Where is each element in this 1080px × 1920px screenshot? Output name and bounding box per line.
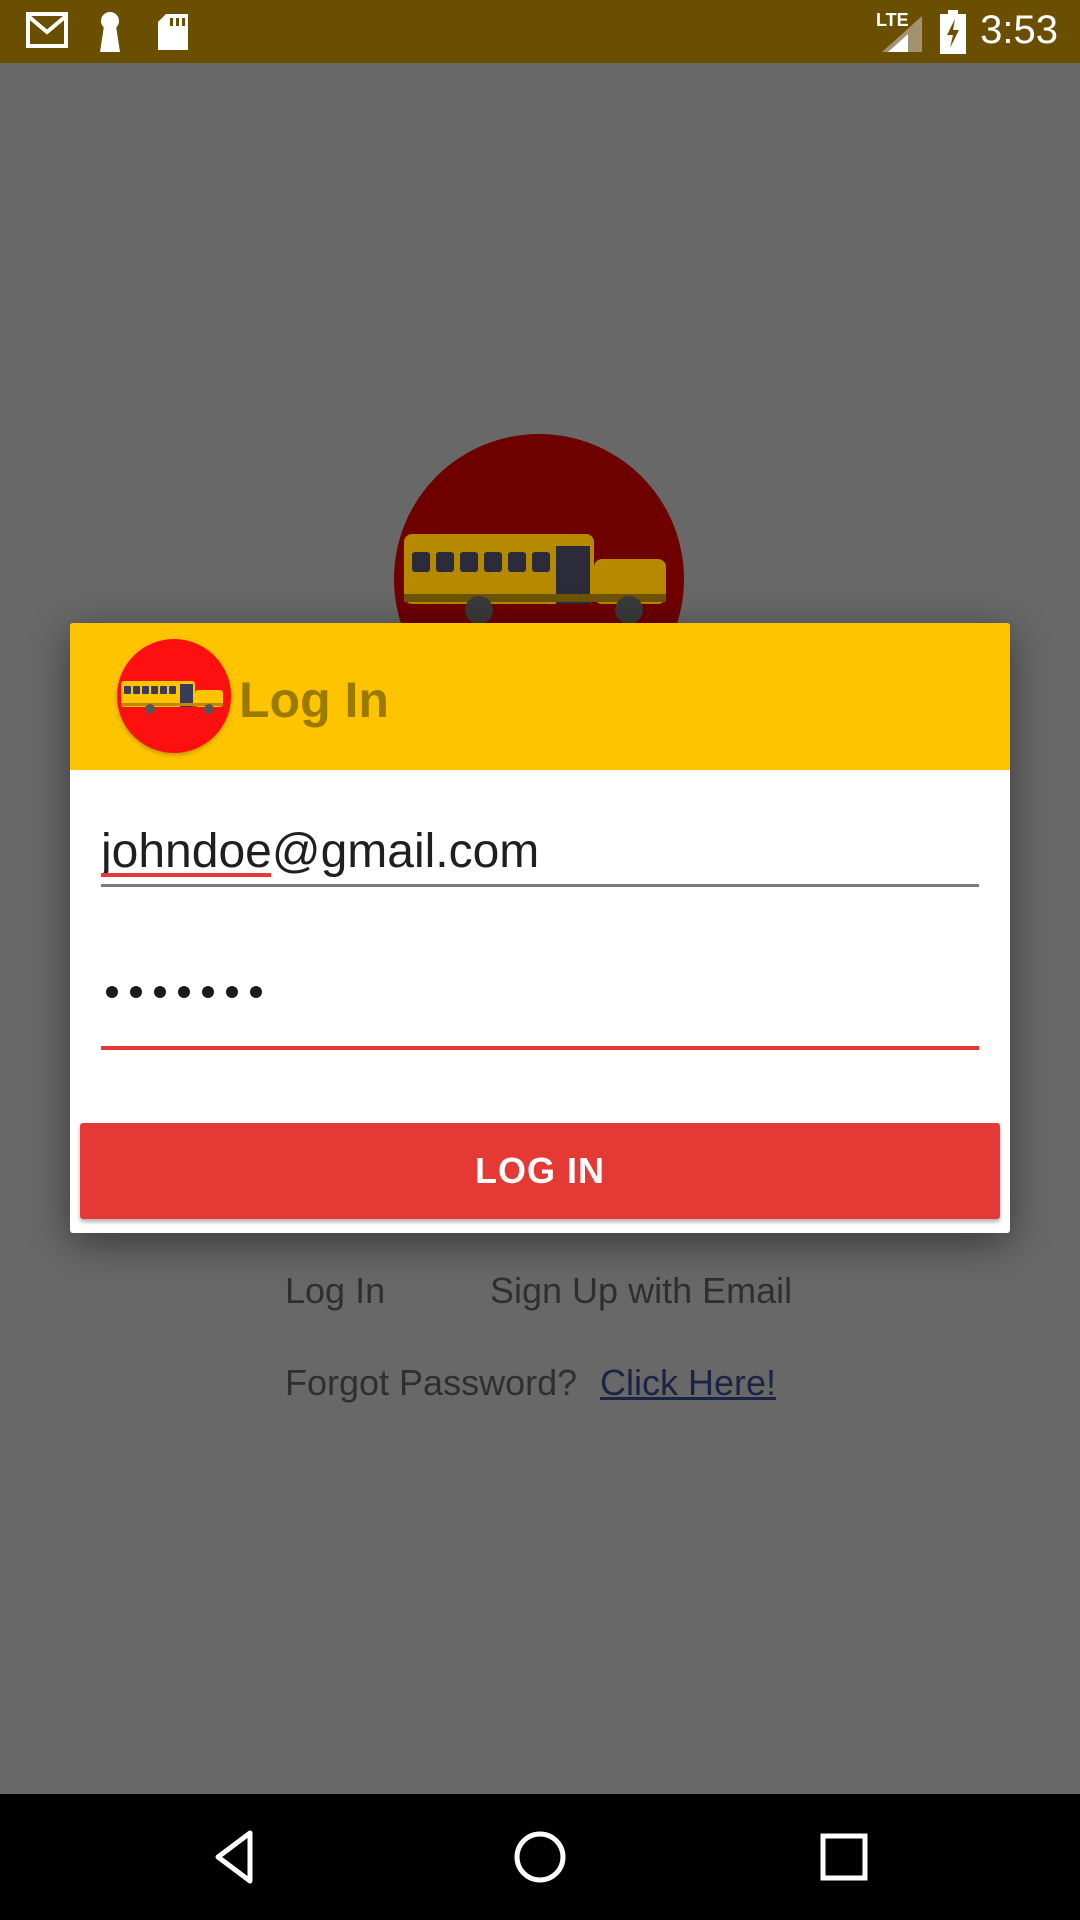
- forgot-password-text: Forgot Password?: [285, 1362, 578, 1403]
- click-here-link[interactable]: Click Here!: [600, 1362, 776, 1404]
- dialog-title: Log In: [239, 672, 389, 728]
- password-dot: [154, 985, 166, 998]
- spellcheck-underline: [101, 873, 271, 877]
- dialog-header: Log In: [70, 623, 1010, 770]
- signal-icon: [882, 16, 922, 52]
- keyhole-icon: [100, 12, 120, 52]
- navigation-bar: [0, 1794, 1080, 1920]
- gmail-icon: [26, 12, 68, 48]
- password-field[interactable]: [106, 983, 274, 1023]
- login-dialog: Log In LOG IN: [70, 623, 1010, 1233]
- password-field-underline: [101, 1046, 979, 1050]
- email-field-underline: [101, 884, 979, 887]
- school-bus-icon: [121, 681, 223, 714]
- back-icon[interactable]: [206, 1827, 266, 1887]
- password-dot: [226, 985, 238, 998]
- login-link[interactable]: Log In: [285, 1270, 385, 1312]
- login-button[interactable]: LOG IN: [80, 1123, 1000, 1219]
- password-dot: [178, 985, 190, 998]
- email-field[interactable]: [101, 821, 979, 881]
- dialog-logo: [117, 639, 231, 753]
- clock: 3:53: [980, 8, 1058, 52]
- recents-icon[interactable]: [814, 1827, 874, 1887]
- password-dot: [106, 985, 118, 998]
- home-icon[interactable]: [510, 1827, 570, 1887]
- password-dot: [250, 985, 262, 998]
- sd-card-icon: [158, 14, 188, 50]
- status-bar: LTE 3:53: [0, 0, 1080, 63]
- battery-charging-icon: [940, 10, 966, 54]
- password-dot: [202, 985, 214, 998]
- password-dot: [130, 985, 142, 998]
- signup-link[interactable]: Sign Up with Email: [490, 1270, 792, 1312]
